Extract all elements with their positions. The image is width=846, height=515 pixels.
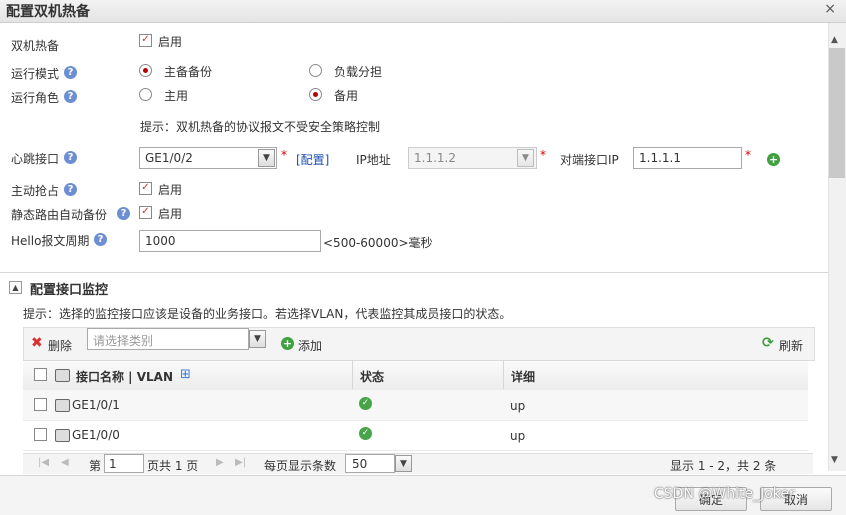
required-mark: * (281, 148, 287, 162)
row-interface-name: GE1/0/1 (72, 398, 120, 412)
hint-text: 提示：双机热备的协议报文不受安全策略控制 (140, 120, 381, 134)
hot-standby-option: 启用 (158, 35, 183, 49)
first-page-icon[interactable]: |◀ (38, 457, 49, 468)
interface-icon (55, 399, 70, 412)
dialog-title: 配置双机热备 (6, 4, 90, 20)
peer-ip-label: 对端接口IP (560, 153, 619, 167)
row-checkbox[interactable] (34, 398, 47, 411)
table-row[interactable] (23, 390, 808, 421)
watermark: CSDN @White_Joker (654, 486, 795, 502)
run-role-radio-backup[interactable] (309, 88, 322, 101)
help-icon[interactable]: ? (64, 90, 77, 103)
add-icon[interactable]: + (281, 337, 294, 350)
preempt-option: 启用 (158, 183, 183, 197)
row-detail: up (510, 429, 526, 443)
add-button[interactable]: 添加 (298, 337, 322, 354)
hot-standby-checkbox[interactable]: ✓ (139, 34, 152, 47)
run-role-label: 运行角色 (11, 91, 60, 105)
column-detail[interactable]: 详细 (511, 368, 535, 385)
run-role-option-backup: 备用 (334, 89, 359, 103)
close-icon[interactable]: × (824, 1, 836, 17)
row-checkbox[interactable] (34, 428, 47, 441)
help-icon[interactable]: ? (117, 207, 130, 220)
refresh-button[interactable]: 刷新 (779, 337, 803, 354)
hello-period-label: Hello报文周期 (11, 234, 90, 248)
heartbeat-interface-select[interactable]: GE1/0/2 (139, 147, 277, 169)
help-icon[interactable]: ? (64, 151, 77, 164)
monitor-hint: 提示：选择的监控接口应该是设备的业务接口。若选择VLAN，代表监控其成员接口的状… (23, 307, 512, 321)
help-icon[interactable]: ? (64, 183, 77, 196)
delete-button[interactable]: 删除 (48, 337, 72, 354)
page-prefix: 第 (89, 459, 102, 473)
interface-icon (55, 429, 70, 442)
peer-ip-input[interactable]: 1.1.1.1 (633, 147, 742, 169)
run-role-option-master: 主用 (164, 89, 189, 103)
type-select[interactable]: 请选择类别 (87, 328, 249, 350)
per-page-label: 每页显示条数 (264, 459, 337, 473)
chevron-down-icon[interactable]: ▼ (517, 149, 534, 167)
required-mark: * (745, 148, 751, 162)
per-page-select[interactable]: 50 (345, 454, 395, 473)
scroll-up-icon[interactable]: ▲ (831, 35, 838, 45)
column-divider (503, 360, 504, 389)
column-interface-name[interactable]: 接口名称 | VLAN (76, 368, 173, 385)
run-role-radio-master[interactable] (139, 88, 152, 101)
add-icon[interactable]: + (767, 153, 780, 166)
help-icon[interactable]: ? (64, 66, 77, 79)
page-number-input[interactable]: 1 (104, 454, 144, 473)
hot-standby-label: 双机热备 (11, 39, 60, 53)
ip-address-label: IP地址 (356, 153, 391, 167)
select-all-checkbox[interactable] (34, 368, 47, 381)
dialog-titlebar (0, 0, 846, 23)
preempt-checkbox[interactable]: ✓ (139, 182, 152, 195)
row-interface-name: GE1/0/0 (72, 428, 120, 442)
last-page-icon[interactable]: ▶| (235, 457, 246, 468)
page-suffix: 页共 1 页 (147, 459, 199, 473)
run-mode-radio-load-balance[interactable] (309, 64, 322, 77)
chevron-down-icon[interactable]: ▼ (395, 455, 412, 472)
run-mode-label: 运行模式 (11, 67, 60, 81)
pager-summary: 显示 1 - 2，共 2 条 (670, 459, 777, 473)
next-page-icon[interactable]: ▶ (216, 457, 224, 468)
scroll-down-icon[interactable]: ▼ (831, 455, 838, 465)
scrollbar-thumb[interactable] (829, 48, 845, 178)
table-row[interactable] (23, 420, 808, 451)
prev-page-icon[interactable]: ◀ (61, 457, 69, 468)
interface-icon (55, 369, 70, 382)
hello-period-input[interactable]: 1000 (139, 230, 321, 252)
network-icon: ⊞ (180, 367, 191, 382)
chevron-down-icon[interactable]: ▼ (258, 149, 275, 167)
status-ok-icon: ✓ (359, 427, 372, 440)
static-route-backup-option: 启用 (158, 207, 183, 221)
hello-period-range: <500-60000>毫秒 (323, 236, 433, 250)
configure-link[interactable]: [配置] (296, 151, 329, 168)
column-status[interactable]: 状态 (360, 368, 384, 385)
delete-icon[interactable]: ✖ (31, 335, 43, 351)
preempt-label: 主动抢占 (11, 184, 60, 198)
refresh-icon[interactable]: ⟳ (762, 335, 774, 351)
collapse-icon[interactable]: ▲ (9, 281, 22, 294)
required-mark: * (540, 148, 546, 162)
chevron-down-icon[interactable]: ▼ (249, 330, 266, 348)
row-detail: up (510, 399, 526, 413)
static-route-backup-label: 静态路由自动备份 (11, 208, 108, 222)
run-mode-option-active-standby: 主备备份 (164, 65, 213, 79)
status-ok-icon: ✓ (359, 397, 372, 410)
heartbeat-label: 心跳接口 (11, 152, 60, 166)
static-route-backup-checkbox[interactable]: ✓ (139, 206, 152, 219)
run-mode-option-load-balance: 负载分担 (334, 65, 383, 79)
help-icon[interactable]: ? (94, 233, 107, 246)
column-divider (352, 360, 353, 389)
monitor-section-title: 配置接口监控 (30, 283, 109, 298)
run-mode-radio-active-standby[interactable] (139, 64, 152, 77)
